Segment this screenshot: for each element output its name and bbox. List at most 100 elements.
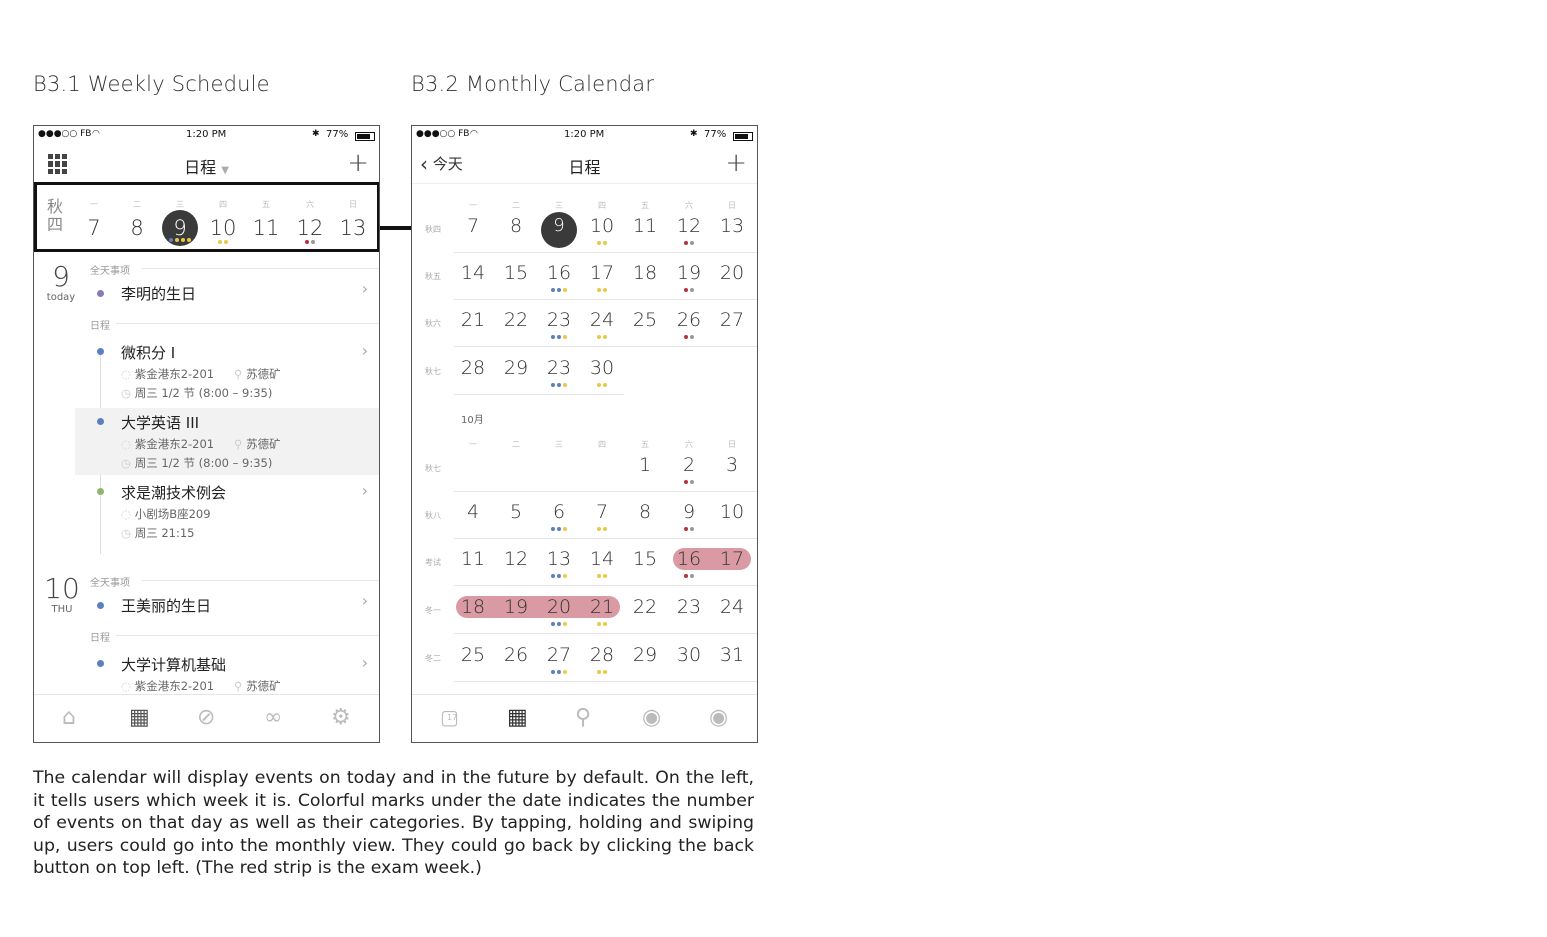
allday-event-row[interactable]: 李明的生日 › [74,276,379,308]
calendar-day-15[interactable]: 15 [625,548,665,570]
calendar-day-14[interactable]: 14 [582,548,622,570]
calendar-day-23[interactable]: 23 [539,357,579,379]
calendar-day-10[interactable]: 10 [712,501,752,523]
bluetooth-icon: ✱ [312,129,320,139]
calendar-day-19[interactable]: 19 [496,596,536,618]
event-dots [582,574,622,578]
calendar-day-4[interactable]: 4 [453,501,493,523]
calendar-day-11[interactable]: 11 [625,215,665,237]
calendar-day-22[interactable]: 22 [496,309,536,331]
calendar-day-7[interactable]: 7 [582,501,622,523]
calendar-day-20[interactable]: 20 [712,262,752,284]
calendar-day-10[interactable]: 10 [582,215,622,237]
person-icon: ⚲ [234,437,243,451]
calendar-day-6[interactable]: 6 [539,501,579,523]
event-row-selected[interactable]: 大学英语 III ◌ 紫金港东2-201 ⚲ 苏德矿 ◷ 周三 1/2 节 (8… [75,408,379,475]
calendar-day-23[interactable]: 23 [669,596,709,618]
calendar-icon[interactable]: ▦ [129,705,150,730]
week-day-8[interactable]: 8 [118,210,156,244]
calendar-day-3[interactable]: 3 [712,454,752,476]
calendar-day-13[interactable]: 13 [539,548,579,570]
week-day-10[interactable]: 10 [204,210,242,244]
calendar-day-14[interactable]: 14 [453,262,493,284]
event-location: 紫金港东2-201 [134,679,215,693]
calendar-day-17[interactable]: 17 [712,548,752,570]
add-button[interactable]: + [347,148,369,178]
calendar-day-26[interactable]: 26 [496,644,536,666]
status-bar: ●●●○○ FB ◠ 1:20 PM ✱ 77% [34,126,379,144]
calendar-day-19[interactable]: 19 [669,262,709,284]
calendar-day-28[interactable]: 28 [453,357,493,379]
add-button[interactable]: + [725,148,747,178]
gear-icon[interactable]: ⚙ [331,705,351,730]
calendar-day-30[interactable]: 30 [669,644,709,666]
calendar-day-26[interactable]: 26 [669,309,709,331]
calendar-day-21[interactable]: 21 [453,309,493,331]
calendar-day-25[interactable]: 25 [453,644,493,666]
calendar-day-7[interactable]: 7 [453,215,493,237]
calendar-day-17[interactable]: 17 [582,262,622,284]
search-icon[interactable]: ⚲ [575,705,591,730]
calendar-day-30[interactable]: 30 [582,357,622,379]
link-icon[interactable]: ∞ [264,705,282,730]
home-icon[interactable]: ⌂ [62,705,76,730]
event-dots [582,241,622,245]
calendar-day-9[interactable]: 9 [539,215,579,236]
calendar-day-27[interactable]: 27 [712,309,752,331]
calendar-day-11[interactable]: 11 [453,548,493,570]
account-icon[interactable]: ◉ [709,705,728,730]
schedule-dropdown[interactable]: 日程 ▼ [34,154,379,178]
calendar-day-28[interactable]: 28 [582,644,622,666]
calendar-day-8[interactable]: 8 [625,501,665,523]
week-day-12[interactable]: 12 [291,210,329,244]
calendar-day-25[interactable]: 25 [625,309,665,331]
clock-icon: ◷ [121,386,132,400]
calendar-icon[interactable]: ▦ [507,705,528,730]
weekday-head: 一 [469,201,477,210]
calendar-day-24[interactable]: 24 [582,309,622,331]
location-pin-icon: ◌ [121,679,132,693]
calendar-day-2[interactable]: 2 [669,454,709,476]
event-row[interactable]: 大学计算机基础 ◌ 紫金港东2-201 ⚲ 苏德矿 › [74,650,379,696]
calendar-day-31[interactable]: 31 [712,644,752,666]
weekday-head: 日 [728,201,736,210]
week-day-7[interactable]: 7 [75,210,113,244]
calendar-day-18[interactable]: 18 [453,596,493,618]
event-row[interactable]: 求是潮技术例会 ◌ 小剧场B座209 ◷ 周三 21:15 › [74,478,379,544]
event-dot [224,240,228,244]
calendar-day-29[interactable]: 29 [496,357,536,379]
week-day-11[interactable]: 11 [247,210,285,244]
calendar-day-22[interactable]: 22 [625,596,665,618]
calendar-day-27[interactable]: 27 [539,644,579,666]
calendar-day-24[interactable]: 24 [712,596,752,618]
calendar-day-23[interactable]: 23 [539,309,579,331]
profile-icon[interactable]: ◉ [642,705,661,730]
event-dots [669,480,709,484]
calendar-day-29[interactable]: 29 [625,644,665,666]
calendar-day-8[interactable]: 8 [496,215,536,237]
calendar-day-21[interactable]: 21 [582,596,622,618]
allday-event-row[interactable]: 王美丽的生日 › [74,588,379,620]
day-number: 11 [252,216,280,240]
calendar-day-13[interactable]: 13 [712,215,752,237]
schedule-label: 日程 [90,321,110,332]
clock-icon: ◷ [121,456,132,470]
calendar-day-20[interactable]: 20 [539,596,579,618]
calendar-day-12[interactable]: 12 [496,548,536,570]
week-day-9[interactable]: 9 [161,210,199,246]
calendar-day-16[interactable]: 16 [669,548,709,570]
calendar-day-18[interactable]: 18 [625,262,665,284]
calendar-day-12[interactable]: 12 [669,215,709,237]
weekly-schedule-screen: ●●●○○ FB ◠ 1:20 PM ✱ 77% 日程 ▼ + 秋 四 一7 二8… [33,125,380,743]
day-number: 10 [209,216,237,240]
event-dot [181,238,185,242]
calendar-day-9[interactable]: 9 [669,501,709,523]
calendar-day-1[interactable]: 1 [625,454,665,476]
calendar-day-16[interactable]: 16 [539,262,579,284]
compass-icon[interactable]: ⊘ [197,705,215,730]
calendar-day-15[interactable]: 15 [496,262,536,284]
calendar-day-5[interactable]: 5 [496,501,536,523]
event-row[interactable]: 微积分 I ◌ 紫金港东2-201 ⚲ 苏德矿 ◷ 周三 1/2 节 (8:00… [74,338,379,404]
week-day-13[interactable]: 13 [334,210,372,244]
week-label: 秋七 [425,464,441,473]
